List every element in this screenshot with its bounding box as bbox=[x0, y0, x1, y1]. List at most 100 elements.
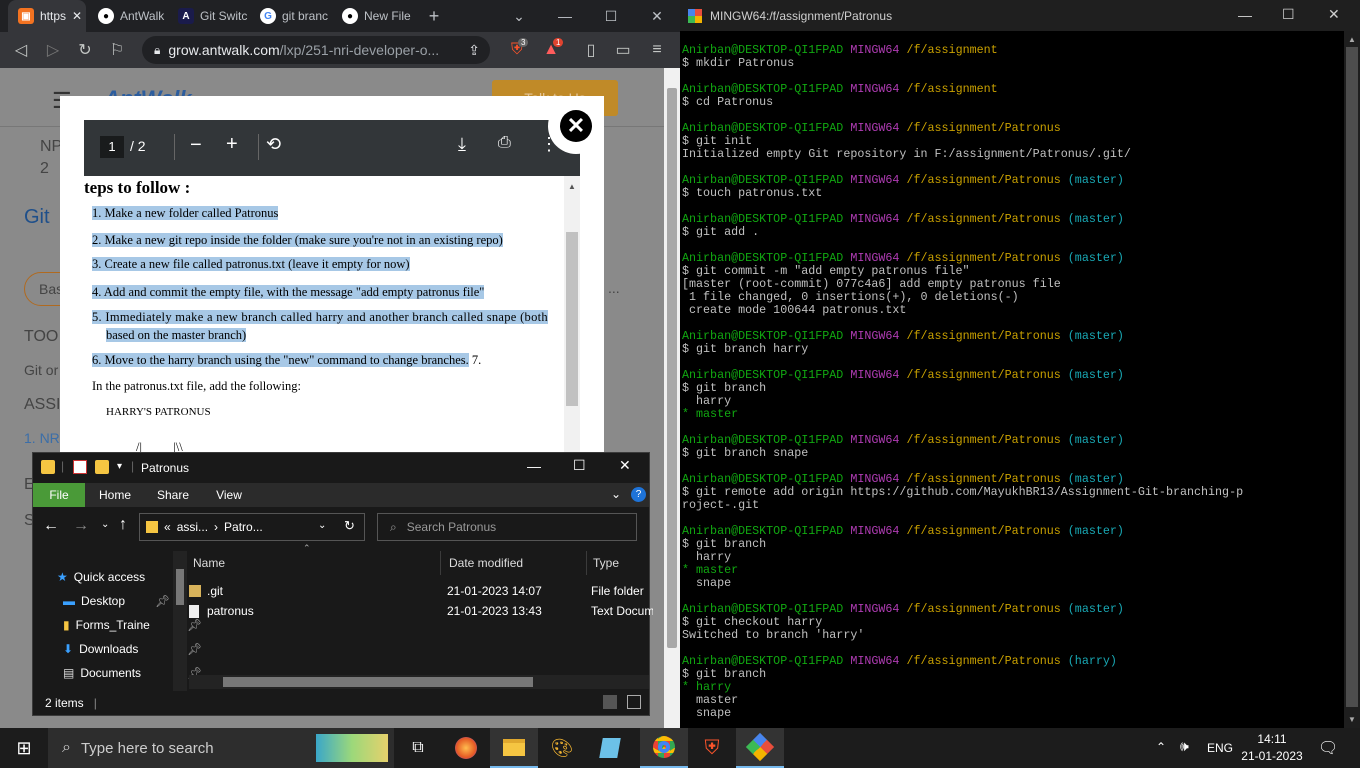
search-icon: ⌕ bbox=[390, 519, 397, 534]
paint-icon[interactable]: 🎨︎ bbox=[538, 728, 586, 768]
tab-google[interactable]: G git branc bbox=[250, 0, 330, 32]
new-tab-button[interactable]: + bbox=[418, 0, 450, 32]
ribbon-tab-view[interactable]: View bbox=[201, 488, 257, 502]
quick-access-dropdown-icon[interactable]: ▾ bbox=[117, 461, 122, 472]
taskbar-search[interactable]: ⌕ Type here to search bbox=[48, 728, 394, 768]
pdf-scroll-thumb[interactable] bbox=[566, 232, 578, 406]
breadcrumb-patronus[interactable]: Patro... bbox=[224, 520, 263, 534]
breadcrumb-overflow[interactable]: « bbox=[164, 520, 171, 534]
scroll-down-icon[interactable]: ▼ bbox=[1348, 715, 1356, 724]
large-icons-view-icon[interactable] bbox=[627, 695, 641, 709]
prompt-path: /f/assignment/Patronus bbox=[906, 472, 1061, 486]
maximize-button[interactable]: ☐ bbox=[573, 457, 586, 474]
pdf-scrollbar[interactable]: ▲ bbox=[564, 176, 580, 456]
scroll-up-icon[interactable]: ▲ bbox=[1348, 35, 1356, 44]
more-icon[interactable]: ... bbox=[608, 280, 620, 296]
file-row-git[interactable]: .git 21-01-2023 14:07 File folder bbox=[189, 581, 644, 601]
sidebar-icon[interactable]: ▯ bbox=[576, 32, 606, 68]
bookmark-icon[interactable]: ⚐ bbox=[102, 32, 132, 68]
up-arrow-icon[interactable]: ↑ bbox=[119, 516, 127, 534]
page-scrollbar[interactable] bbox=[664, 68, 680, 728]
terminal-output[interactable]: Anirban@DESKTOP-QI1FPAD MINGW64 /f/assig… bbox=[680, 31, 1344, 728]
rotate-icon[interactable]: ⟲ bbox=[266, 134, 281, 155]
clock-time[interactable]: 14:11 bbox=[1242, 732, 1302, 746]
column-date-modified[interactable]: Date modified bbox=[443, 551, 587, 575]
notifications-icon[interactable]: 🗨︎ bbox=[1318, 738, 1338, 758]
maximize-button[interactable]: ☐ bbox=[588, 0, 634, 32]
minimize-button[interactable]: — bbox=[527, 458, 541, 474]
file-explorer-taskbar-icon[interactable] bbox=[490, 728, 538, 768]
assignment-link[interactable]: 1. NR bbox=[24, 430, 60, 446]
refresh-icon[interactable]: ↻ bbox=[344, 518, 355, 534]
wallet-icon[interactable]: ▭ bbox=[608, 32, 638, 68]
rewards-icon[interactable]: ▲ bbox=[536, 32, 566, 68]
close-window-button[interactable]: ✕ bbox=[1328, 6, 1340, 23]
close-window-button[interactable]: ✕ bbox=[619, 457, 631, 474]
folder-icon bbox=[189, 585, 201, 597]
menu-icon[interactable]: ≡ bbox=[642, 32, 672, 68]
brave-shield-icon[interactable]: ⛨ bbox=[502, 32, 532, 68]
minimize-button[interactable]: — bbox=[542, 0, 588, 32]
file-row-patronus[interactable]: patronus 21-01-2023 13:43 Text Docum bbox=[189, 601, 653, 621]
nav-label: Forms_Traine bbox=[75, 618, 150, 632]
nav-scroll-thumb[interactable] bbox=[176, 569, 184, 605]
ribbon-tab-file[interactable]: File bbox=[33, 483, 85, 507]
tab-search-icon[interactable]: ⌄ bbox=[496, 0, 542, 32]
print-icon[interactable]: ⎙ bbox=[498, 134, 511, 152]
column-name[interactable]: Name bbox=[189, 551, 441, 575]
h-scroll-thumb[interactable] bbox=[223, 677, 533, 687]
zoom-in-icon[interactable]: + bbox=[226, 133, 238, 156]
minimize-button[interactable]: — bbox=[1238, 7, 1252, 23]
horizontal-scrollbar[interactable] bbox=[189, 675, 649, 689]
address-bar[interactable]: 🔒︎ grow.antwalk.com /lxp/251-nri-develop… bbox=[142, 36, 490, 64]
breadcrumb-assignment[interactable]: assi... bbox=[177, 520, 208, 534]
chrome-icon[interactable] bbox=[640, 728, 688, 768]
close-tab-icon[interactable]: ✕ bbox=[72, 9, 82, 23]
ribbon-tab-share[interactable]: Share bbox=[145, 488, 201, 502]
scrollbar-thumb[interactable] bbox=[667, 88, 677, 648]
page-number-input[interactable]: 1 bbox=[100, 136, 124, 158]
expand-ribbon-icon[interactable]: ⌄ bbox=[611, 487, 621, 501]
start-button[interactable]: ⊞ bbox=[0, 728, 48, 768]
volume-icon[interactable]: 🕪︎ bbox=[1180, 738, 1189, 755]
firefox-icon[interactable] bbox=[442, 728, 490, 768]
forward-icon[interactable]: ▷ bbox=[38, 32, 68, 68]
close-modal-button[interactable]: ✕ bbox=[548, 98, 604, 154]
notes-icon[interactable] bbox=[586, 728, 634, 768]
forward-arrow-icon[interactable]: → bbox=[73, 517, 89, 535]
download-icon[interactable]: ⤓ bbox=[458, 134, 466, 155]
terminal-scroll-thumb[interactable] bbox=[1346, 47, 1358, 707]
back-arrow-icon[interactable]: ← bbox=[43, 517, 59, 535]
tab-active[interactable]: ▣ https ✕ bbox=[8, 0, 86, 32]
column-type[interactable]: Type bbox=[589, 551, 649, 575]
reload-icon[interactable]: ↻ bbox=[70, 32, 100, 68]
terminal-scrollbar[interactable]: ▲ ▼ bbox=[1344, 31, 1360, 728]
command-line: $ git branch bbox=[682, 667, 767, 681]
ribbon-tab-home[interactable]: Home bbox=[85, 488, 145, 502]
properties-icon[interactable] bbox=[73, 460, 87, 474]
help-icon[interactable]: ? bbox=[631, 487, 646, 502]
details-view-icon[interactable] bbox=[603, 695, 617, 709]
scroll-up-icon[interactable]: ▲ bbox=[568, 182, 576, 191]
show-hidden-icons[interactable]: ⌃ bbox=[1156, 740, 1166, 754]
nav-scrollbar[interactable] bbox=[173, 551, 187, 691]
recent-dropdown-icon[interactable]: ⌄ bbox=[101, 519, 109, 530]
language-indicator[interactable]: ENG bbox=[1207, 741, 1233, 755]
git-bash-icon[interactable] bbox=[736, 728, 784, 768]
prompt-host: MINGW64 bbox=[850, 329, 900, 343]
breadcrumb[interactable]: « assi... › Patro... ⌄ ↻ bbox=[139, 513, 365, 541]
brave-icon[interactable]: ⛨ bbox=[688, 728, 736, 768]
zoom-out-icon[interactable]: − bbox=[190, 134, 202, 157]
tab-git-switch[interactable]: A Git Switch bbox=[168, 0, 248, 32]
address-dropdown-icon[interactable]: ⌄ bbox=[318, 520, 326, 531]
new-folder-icon[interactable] bbox=[95, 460, 109, 474]
task-view-icon[interactable]: ⧉ bbox=[394, 728, 442, 768]
share-icon[interactable]: ⇪ bbox=[468, 42, 480, 59]
tab-antwalk[interactable]: ● AntWalk bbox=[88, 0, 166, 32]
tab-new-file[interactable]: ● New File bbox=[332, 0, 418, 32]
clock-date[interactable]: 21-01-2023 bbox=[1236, 749, 1308, 763]
search-box[interactable]: ⌕ Search Patronus bbox=[377, 513, 637, 541]
back-icon[interactable]: ◁ bbox=[6, 32, 36, 68]
maximize-button[interactable]: ☐ bbox=[1282, 6, 1295, 23]
close-window-button[interactable]: ✕ bbox=[634, 0, 680, 32]
